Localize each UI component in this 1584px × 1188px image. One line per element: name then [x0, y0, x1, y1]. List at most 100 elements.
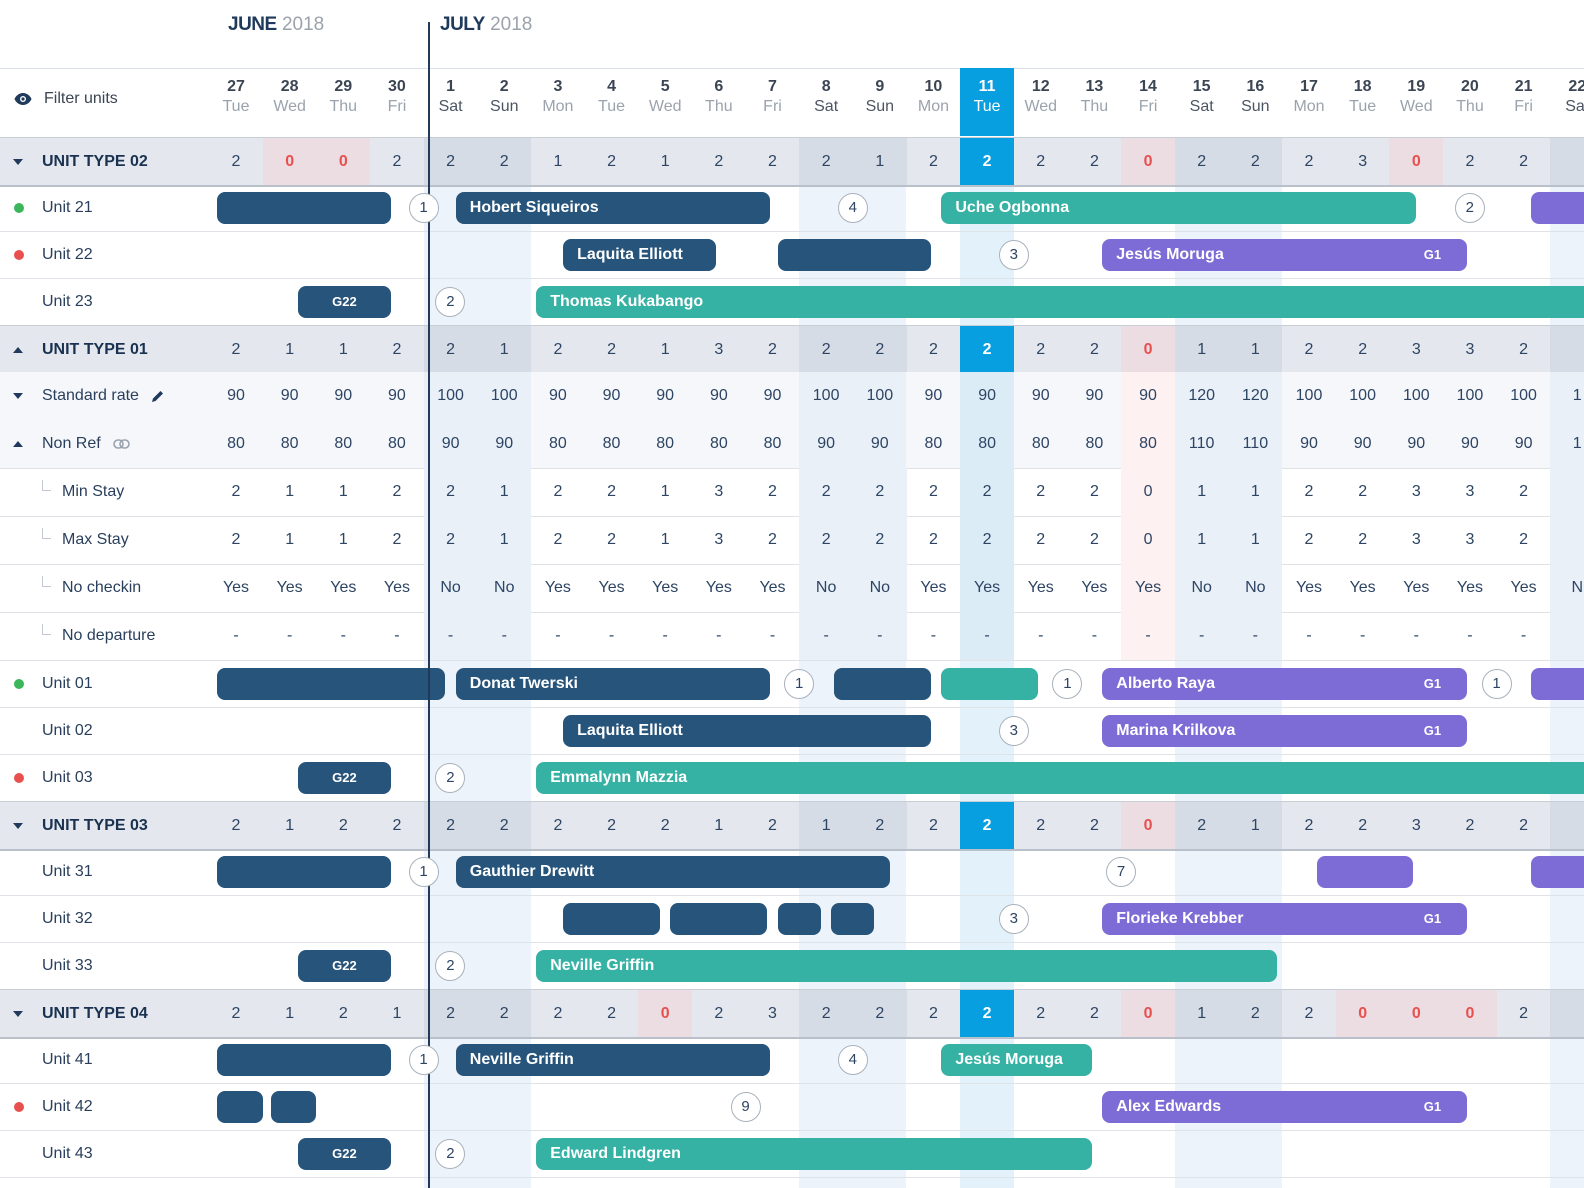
gap-nights-badge[interactable]: 1: [408, 192, 439, 223]
booking-bar[interactable]: Neville Griffin: [455, 1043, 770, 1076]
value-cell[interactable]: 2: [906, 468, 960, 516]
value-cell[interactable]: 2: [799, 468, 854, 516]
value-cell[interactable]: 80: [369, 420, 424, 468]
value-cell[interactable]: Yes: [1389, 564, 1443, 612]
value-cell[interactable]: Yes: [906, 564, 960, 612]
booking-bar[interactable]: [1531, 667, 1584, 700]
day-header-6[interactable]: 6 Thu: [692, 78, 746, 116]
gap-nights-badge[interactable]: 2: [435, 1138, 466, 1169]
booking-bar[interactable]: Gauthier Drewitt: [455, 855, 891, 888]
gap-nights-badge[interactable]: 2: [435, 762, 466, 793]
value-cell[interactable]: -: [1389, 612, 1443, 660]
value-cell[interactable]: 80: [316, 420, 371, 468]
value-cell[interactable]: 110: [1228, 420, 1283, 468]
gap-nights-badge[interactable]: 1: [1052, 668, 1083, 699]
value-cell[interactable]: 1: [1228, 516, 1283, 564]
value-cell[interactable]: -: [1497, 612, 1551, 660]
value-cell[interactable]: 3: [692, 468, 746, 516]
value-cell[interactable]: 90: [530, 372, 585, 420]
value-cell[interactable]: Yes: [263, 564, 317, 612]
value-cell[interactable]: 90: [1121, 372, 1176, 420]
gap-nights-badge[interactable]: 2: [435, 286, 466, 317]
value-cell[interactable]: 2: [370, 516, 424, 564]
value-cell[interactable]: No: [852, 564, 907, 612]
value-cell[interactable]: 90: [584, 372, 639, 420]
value-cell[interactable]: 100: [799, 372, 854, 420]
value-cell[interactable]: -: [852, 612, 907, 660]
booking-bar[interactable]: Donat Twerski: [455, 667, 770, 700]
booking-bar[interactable]: Jesús Moruga: [941, 1043, 1092, 1076]
booking-bar[interactable]: [834, 667, 931, 700]
value-cell[interactable]: 90: [262, 372, 317, 420]
value-cell[interactable]: -: [531, 612, 585, 660]
booking-bar[interactable]: [941, 667, 1038, 700]
value-cell[interactable]: 3: [1389, 468, 1443, 516]
value-cell[interactable]: 100: [423, 372, 478, 420]
value-cell[interactable]: 2: [423, 516, 478, 564]
value-cell[interactable]: -: [209, 612, 263, 660]
value-cell[interactable]: 90: [1013, 372, 1068, 420]
gap-nights-badge[interactable]: 3: [998, 903, 1029, 934]
value-cell[interactable]: 90: [423, 420, 478, 468]
value-cell[interactable]: -: [638, 612, 692, 660]
value-cell[interactable]: -: [316, 612, 370, 660]
value-cell[interactable]: 100: [1282, 372, 1336, 420]
day-header-14[interactable]: 14 Fri: [1121, 78, 1175, 116]
value-cell[interactable]: No: [799, 564, 854, 612]
value-cell[interactable]: -: [906, 612, 960, 660]
value-cell[interactable]: Yes: [585, 564, 639, 612]
value-cell[interactable]: No: [1228, 564, 1283, 612]
value-cell[interactable]: 100: [477, 372, 532, 420]
value-cell[interactable]: 100: [1389, 372, 1444, 420]
value-cell[interactable]: -: [1443, 612, 1497, 660]
value-cell[interactable]: -: [1282, 612, 1336, 660]
value-cell[interactable]: Yes: [638, 564, 692, 612]
value-cell[interactable]: Yes: [1282, 564, 1336, 612]
value-cell[interactable]: Yes: [1443, 564, 1497, 612]
booking-bar[interactable]: Alberto Raya G1: [1102, 667, 1468, 700]
value-cell[interactable]: 2: [209, 516, 263, 564]
gap-nights-badge[interactable]: 1: [408, 1044, 439, 1075]
booking-bar[interactable]: [563, 902, 660, 935]
value-cell[interactable]: 1: [1550, 372, 1584, 420]
day-header-13[interactable]: 13 Thu: [1067, 78, 1121, 116]
booking-bar[interactable]: [270, 1090, 317, 1123]
gap-nights-badge[interactable]: 3: [998, 715, 1029, 746]
value-cell[interactable]: Yes: [1067, 564, 1121, 612]
value-cell[interactable]: 1: [638, 468, 692, 516]
value-cell[interactable]: 2: [423, 468, 478, 516]
value-cell[interactable]: 90: [477, 420, 532, 468]
booking-bar[interactable]: [777, 902, 821, 935]
day-header-10[interactable]: 10 Mon: [906, 78, 960, 116]
link-icon[interactable]: [112, 439, 130, 449]
value-cell[interactable]: 80: [745, 420, 800, 468]
value-cell[interactable]: -: [960, 612, 1015, 660]
value-cell[interactable]: No: [1174, 564, 1229, 612]
value-cell[interactable]: Yes: [746, 564, 800, 612]
value-cell[interactable]: -: [692, 612, 746, 660]
value-cell[interactable]: 90: [1282, 420, 1336, 468]
value-cell[interactable]: 2: [1282, 516, 1336, 564]
value-cell[interactable]: 80: [691, 420, 746, 468]
gap-nights-badge[interactable]: 4: [837, 1044, 868, 1075]
day-header-28[interactable]: 28 Wed: [263, 78, 317, 116]
value-cell[interactable]: 2: [370, 468, 424, 516]
value-cell[interactable]: 100: [1496, 372, 1551, 420]
gap-nights-badge[interactable]: 2: [1454, 192, 1485, 223]
collapse-caret-icon[interactable]: [13, 393, 23, 399]
value-cell[interactable]: 3: [1443, 516, 1497, 564]
value-cell[interactable]: 90: [1389, 420, 1444, 468]
value-cell[interactable]: 100: [852, 372, 907, 420]
rate-row[interactable]: Standard rate 90 90 90 90 100 100 90 90 90 90 90 100…: [0, 372, 1584, 421]
value-cell[interactable]: 90: [1442, 420, 1497, 468]
booking-bar[interactable]: Emmalynn Mazzia: [536, 761, 1584, 794]
value-cell[interactable]: 2: [585, 468, 639, 516]
day-header-22[interactable]: 22 Sat: [1550, 78, 1584, 116]
day-header-30[interactable]: 30 Fri: [370, 78, 424, 116]
value-cell[interactable]: -: [1067, 612, 1121, 660]
value-cell[interactable]: 1: [263, 516, 317, 564]
day-header-4[interactable]: 4 Tue: [585, 78, 639, 116]
booking-bar[interactable]: G22: [297, 285, 392, 318]
value-cell[interactable]: -: [477, 612, 532, 660]
value-cell[interactable]: -: [370, 612, 424, 660]
